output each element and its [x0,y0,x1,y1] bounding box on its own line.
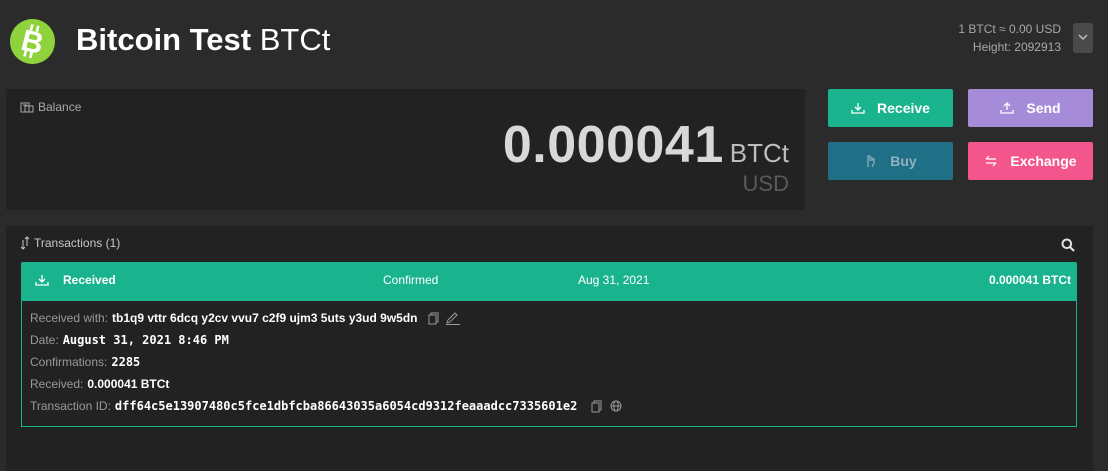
wallet-icon [20,102,34,113]
bitcoin-logo-icon: B [10,19,55,64]
copy-icon[interactable] [428,312,439,325]
received-with-label: Received with: [30,311,109,325]
transaction-details: Received with: tb1q9 vttr 6dcq y2cv vvu7… [21,301,1077,427]
send-label: Send [1026,100,1061,116]
transactions-header: Transactions (1) [20,236,120,250]
search-icon [1061,238,1075,252]
detail-confirmations: Confirmations: 2285 [30,355,140,369]
transaction-status: Confirmed [383,273,439,287]
detail-received-with: Received with: tb1q9 vttr 6dcq y2cv vvu7… [30,311,461,325]
download-icon [35,275,49,286]
transaction-direction: Received [35,273,116,287]
balance-panel: Balance 0.000041 BTCt USD [6,89,805,210]
transaction-row[interactable]: Received Confirmed Aug 31, 2021 0.000041… [21,262,1077,301]
transactions-title: Transactions (1) [34,236,121,250]
globe-icon[interactable] [610,400,622,412]
balance-unit: BTCt [729,138,789,168]
received-label: Received: [30,377,84,391]
rate-info: 1 BTCt ≈ 0.00 USD Height: 2092913 [958,20,1061,56]
balance-amount: 0.000041 BTCt [503,115,789,175]
buy-button[interactable]: Buy [828,142,953,180]
transaction-direction-label: Received [63,273,116,287]
exchange-label: Exchange [1010,153,1077,169]
coin-name: Bitcoin Test [76,22,252,57]
upload-icon [1000,102,1015,114]
transfer-arrows-icon [20,236,30,250]
chevron-down-icon [1078,34,1088,40]
exchange-button[interactable]: Exchange [968,142,1093,180]
transactions-panel: Transactions (1) Received Confirmed Aug … [6,226,1093,471]
balance-fiat: USD [742,171,789,196]
receive-label: Receive [877,100,930,116]
txid-value[interactable]: dff64c5e13907480c5fce1dbfcba86643035a605… [115,399,577,413]
balance-value: 0.000041 [502,116,724,174]
block-height: Height: 2092913 [972,40,1061,54]
copy-icon[interactable] [591,400,602,413]
balance-label: Balance [38,100,82,114]
date-label: Date: [30,333,59,347]
exchange-icon [985,155,997,167]
header-menu-button[interactable] [1073,23,1093,53]
wallet-header: B Bitcoin Test BTCt 1 BTCt ≈ 0.00 USD He… [0,0,1108,84]
coin-ticker: BTCt [259,22,331,57]
txid-label: Transaction ID: [30,399,111,413]
confirmations-value: 2285 [111,355,141,369]
transaction-amount: 0.000041 BTCt [988,273,1071,287]
download-icon [851,103,865,114]
edit-icon[interactable] [445,311,461,325]
search-button[interactable] [1061,238,1075,257]
send-button[interactable]: Send [968,89,1093,127]
receive-button[interactable]: Receive [828,89,953,127]
buy-label: Buy [890,153,917,169]
detail-received: Received: 0.000041 BTCt [30,377,169,391]
page-title: Bitcoin Test BTCt [76,20,330,60]
date-value: August 31, 2021 8:46 PM [62,333,229,347]
transaction-date: Aug 31, 2021 [578,273,650,287]
confirmations-label: Confirmations: [30,355,108,369]
detail-transaction-id: Transaction ID: dff64c5e13907480c5fce1db… [30,399,622,413]
exchange-rate: 1 BTCt ≈ 0.00 USD [958,22,1061,36]
detail-date: Date: August 31, 2021 8:46 PM [30,333,229,347]
balance-header: Balance [20,100,81,114]
received-with-address[interactable]: tb1q9 vttr 6dcq y2cv vvu7 c2f9 ujm3 5uts… [112,311,417,325]
received-value: 0.000041 BTCt [87,377,170,391]
hand-icon [867,155,875,168]
